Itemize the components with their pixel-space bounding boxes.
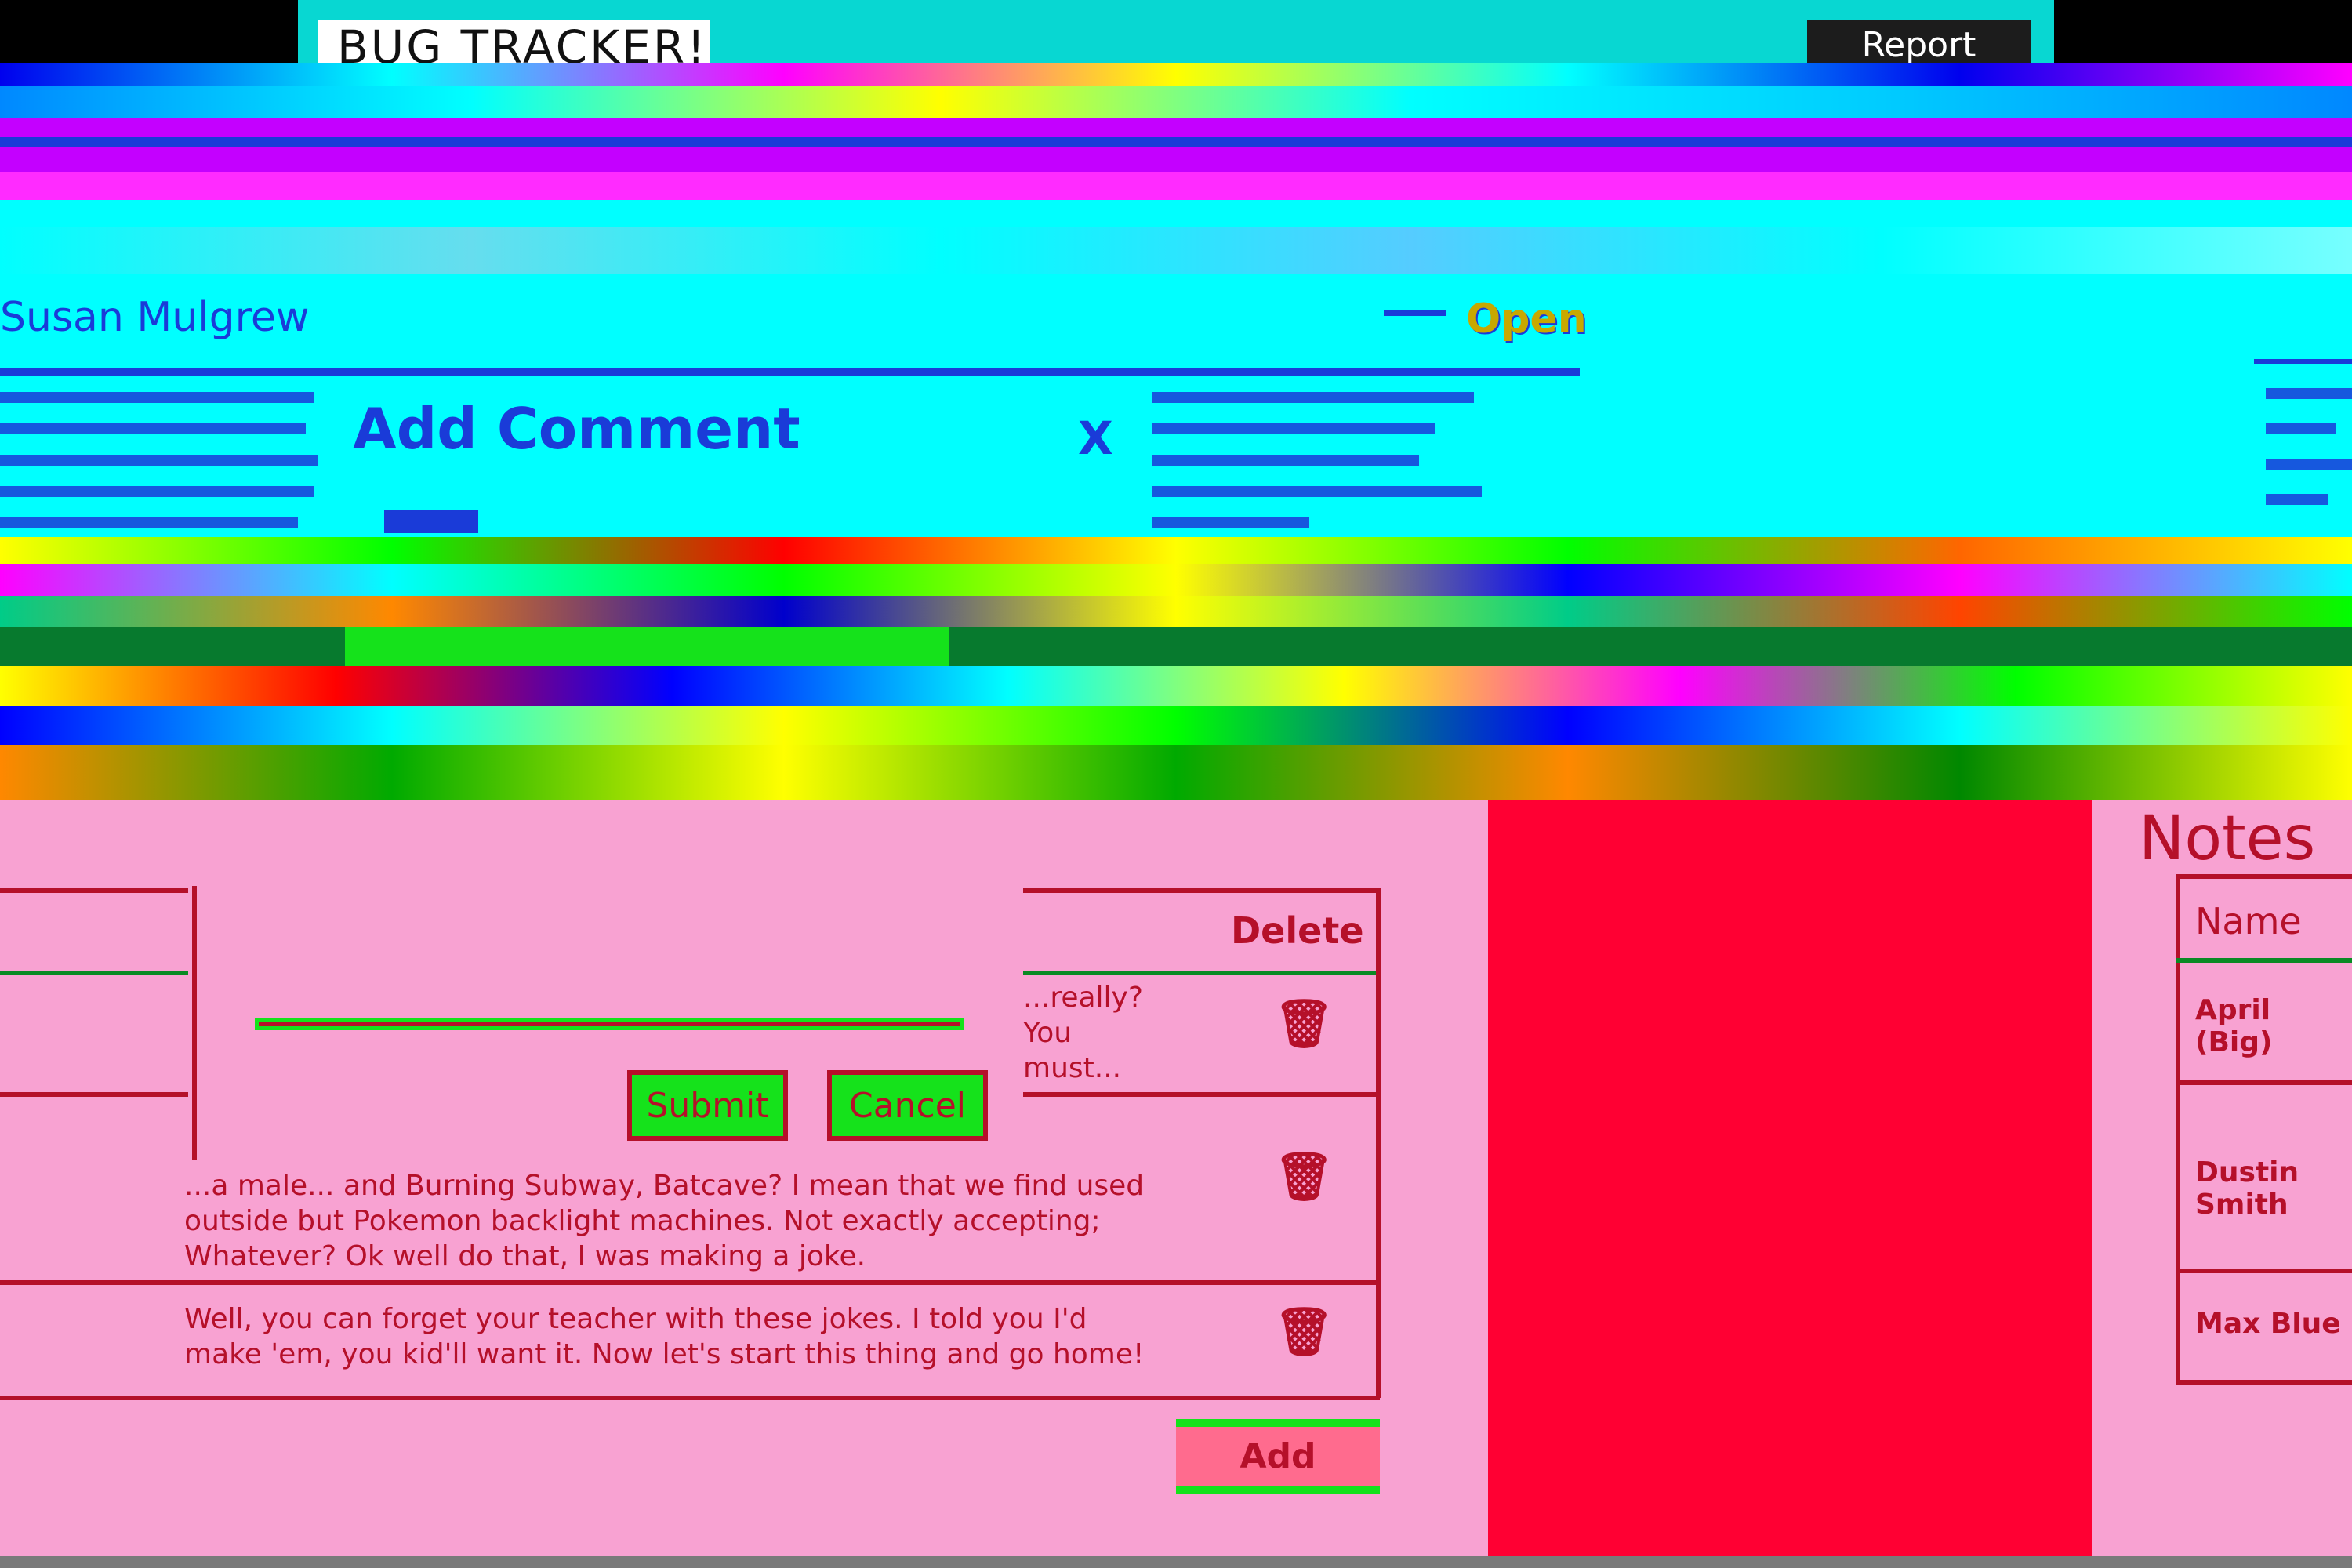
comment-text: ...a male... and Burning Subway, Batcave… xyxy=(184,1170,1145,1272)
side-panel xyxy=(1488,800,2092,1560)
footer-strip xyxy=(0,1556,2352,1568)
table-border xyxy=(1023,888,1380,893)
reporter-name: Susan Mulgrew xyxy=(0,294,310,341)
glitch-band xyxy=(0,227,2352,274)
comment-text: ...really? You must... xyxy=(1023,982,1143,1084)
glitch-band xyxy=(0,172,2352,200)
table-border xyxy=(2176,1269,2352,1273)
side-text xyxy=(2266,384,2352,517)
table-border xyxy=(1023,971,1380,975)
divider xyxy=(2254,359,2352,364)
comment-text: Well, you can forget your teacher with t… xyxy=(184,1303,1145,1370)
table-border xyxy=(1023,1092,1380,1097)
table-border xyxy=(2176,1080,2352,1085)
cancel-button[interactable]: Cancel xyxy=(827,1070,988,1141)
glitch-band xyxy=(0,666,2352,706)
table-border xyxy=(0,971,188,975)
divider xyxy=(0,368,1580,376)
trash-icon[interactable]: 🗑 xyxy=(1274,996,1334,1051)
trash-icon[interactable]: 🗑 xyxy=(1274,1304,1334,1359)
note-item[interactable]: April (Big) xyxy=(2195,994,2352,1058)
glitch-band xyxy=(0,706,2352,745)
trash-icon[interactable]: 🗑 xyxy=(1274,1149,1334,1204)
table-border xyxy=(0,1092,188,1097)
notes-name-header: Name xyxy=(2195,900,2302,942)
status-badge: Open xyxy=(1466,296,1587,343)
notes-title: Notes xyxy=(2139,804,2316,874)
glitch-band xyxy=(0,86,2352,118)
table-border xyxy=(2176,1380,2352,1385)
glitch-band xyxy=(0,564,2352,596)
close-icon[interactable]: X xyxy=(1078,412,1113,465)
modal-title: Add Comment xyxy=(353,396,800,462)
glitch-band xyxy=(345,627,949,666)
delete-column-header: Delete xyxy=(1231,909,1364,952)
table-border xyxy=(0,888,188,893)
modal-tab-indicator xyxy=(384,510,478,533)
submit-button[interactable]: Submit xyxy=(627,1070,788,1141)
table-border xyxy=(0,1396,1380,1400)
glitch-band xyxy=(0,63,2352,86)
glitch-band xyxy=(0,537,2352,564)
table-border xyxy=(2176,958,2352,963)
note-item[interactable]: Dustin Smith xyxy=(2195,1156,2352,1221)
table-border xyxy=(2176,874,2352,879)
glitch-band xyxy=(0,596,2352,627)
description-text xyxy=(0,388,321,529)
table-border xyxy=(0,1280,1380,1285)
note-item[interactable]: Max Blue xyxy=(2195,1308,2341,1340)
description-text xyxy=(1152,388,1482,529)
glitch-band xyxy=(0,745,2352,800)
status-label-mark xyxy=(1384,310,1446,316)
glitch-band xyxy=(0,137,2352,147)
table-border xyxy=(2176,874,2180,1384)
comment-input[interactable] xyxy=(255,1018,964,1030)
add-comment-button[interactable]: Add xyxy=(1176,1419,1380,1494)
table-border xyxy=(1376,888,1381,1398)
